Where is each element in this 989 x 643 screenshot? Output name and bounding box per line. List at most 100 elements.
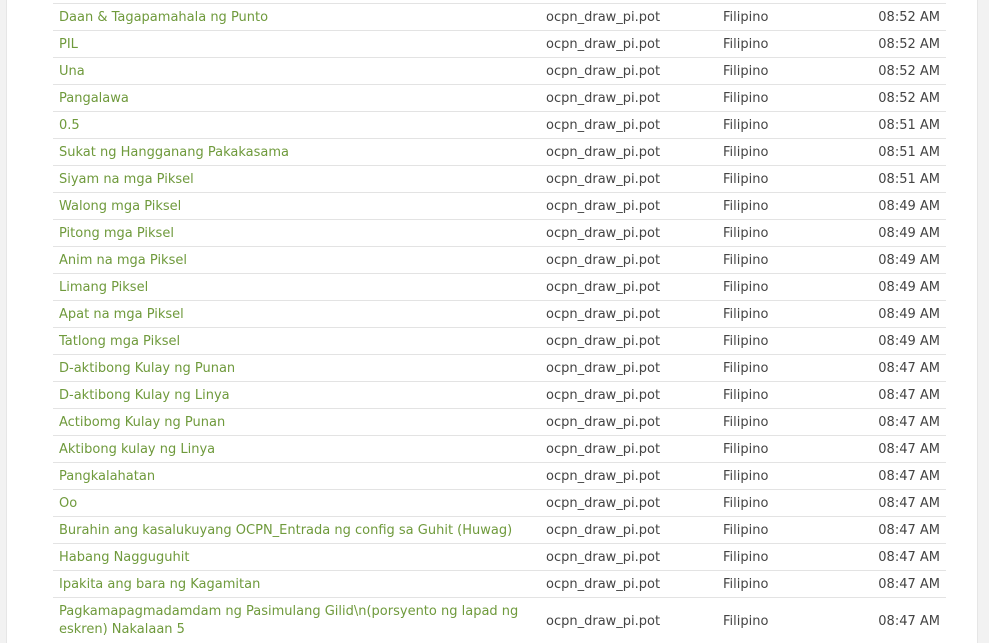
timestamp: 08:51 AM [878,171,940,187]
activity-table-body: Daan & Tagapamahala ng Punto ocpn_draw_pi… [53,3,946,643]
file-name: ocpn_draw_pi.pot [546,252,661,268]
string-link[interactable]: D-aktibong Kulay ng Linya [59,388,230,403]
string-link[interactable]: D-aktibong Kulay ng Punan [59,361,235,376]
string-cell: Walong mga Piksel [53,193,540,220]
language-name: Filipino [723,306,769,322]
table-row: Actibomg Kulay ng Punan ocpn_draw_pi.pot F… [53,408,946,436]
string-cell: Anim na mga Piksel [53,247,540,274]
string-link[interactable]: Oo [59,496,77,511]
string-link[interactable]: Pagkamapagmadamdam ng Pasimulang Gilid\n… [59,604,518,637]
timestamp: 08:49 AM [878,252,940,268]
timestamp: 08:47 AM [878,522,940,538]
file-name: ocpn_draw_pi.pot [546,522,661,538]
string-link[interactable]: Burahin ang kasalukuyang OCPN_Entrada ng… [59,523,512,538]
string-cell: Apat na mga Piksel [53,301,540,328]
file-name: ocpn_draw_pi.pot [546,117,661,133]
timestamp: 08:47 AM [878,441,940,457]
file-name: ocpn_draw_pi.pot [546,549,661,565]
language-name: Filipino [723,9,769,25]
string-link[interactable]: Una [59,64,85,79]
language-name: Filipino [723,495,769,511]
table-row: Una ocpn_draw_pi.pot Filipino 08:52 AM [53,57,946,85]
language-name: Filipino [723,549,769,565]
table-row: Limang Piksel ocpn_draw_pi.pot Filipino 08:… [53,273,946,301]
timestamp: 08:51 AM [878,144,940,160]
string-cell: Una [53,58,540,85]
table-row: Oo ocpn_draw_pi.pot Filipino 08:47 AM [53,489,946,517]
string-link[interactable]: Ipakita ang bara ng Kagamitan [59,577,260,592]
timestamp: 08:51 AM [878,117,940,133]
table-row: Habang Nagguguhit ocpn_draw_pi.pot Filipin… [53,543,946,571]
string-link[interactable]: 0.5 [59,118,80,133]
string-link[interactable]: Pangkalahatan [59,469,155,484]
table-row: D-aktibong Kulay ng Linya ocpn_draw_pi.po… [53,381,946,409]
string-cell: Daan & Tagapamahala ng Punto [53,4,540,31]
language-name: Filipino [723,613,769,629]
table-row: Pitong mga Piksel ocpn_draw_pi.pot Filipin… [53,219,946,247]
timestamp: 08:47 AM [878,468,940,484]
timestamp: 08:47 AM [878,495,940,511]
timestamp: 08:52 AM [878,9,940,25]
string-link[interactable]: Sukat ng Hangganang Pakakasama [59,145,289,160]
timestamp: 08:47 AM [878,387,940,403]
language-name: Filipino [723,36,769,52]
string-cell: Limang Piksel [53,274,540,301]
string-cell: Actibomg Kulay ng Punan [53,409,540,436]
file-name: ocpn_draw_pi.pot [546,225,661,241]
table-row: Apat na mga Piksel ocpn_draw_pi.pot Filipi… [53,300,946,328]
string-link[interactable]: Walong mga Piksel [59,199,181,214]
language-name: Filipino [723,468,769,484]
string-link[interactable]: Actibomg Kulay ng Punan [59,415,225,430]
table-row: Aktibong kulay ng Linya ocpn_draw_pi.pot F… [53,435,946,463]
timestamp: 08:47 AM [878,613,940,629]
string-link[interactable]: Aktibong kulay ng Linya [59,442,215,457]
table-row: Walong mga Piksel ocpn_draw_pi.pot Filipin… [53,192,946,220]
table-row: Pagkamapagmadamdam ng Pasimulang Gilid\n… [53,597,946,643]
string-cell: Burahin ang kasalukuyang OCPN_Entrada ng… [53,517,540,544]
file-name: ocpn_draw_pi.pot [546,387,661,403]
language-name: Filipino [723,117,769,133]
string-link[interactable]: Apat na mga Piksel [59,307,184,322]
string-cell: Siyam na mga Piksel [53,166,540,193]
file-name: ocpn_draw_pi.pot [546,360,661,376]
file-name: ocpn_draw_pi.pot [546,495,661,511]
timestamp: 08:52 AM [878,63,940,79]
string-link[interactable]: Limang Piksel [59,280,148,295]
language-name: Filipino [723,576,769,592]
language-name: Filipino [723,144,769,160]
string-cell: Pangalawa [53,85,540,112]
timestamp: 08:49 AM [878,333,940,349]
string-link[interactable]: Pangalawa [59,91,129,106]
string-link[interactable]: Tatlong mga Piksel [59,334,180,349]
table-row: D-aktibong Kulay ng Punan ocpn_draw_pi.po… [53,354,946,382]
string-cell: PIL [53,31,540,58]
activity-panel: Daan & Tagapamahala ng Punto ocpn_draw_pi… [6,0,978,643]
file-name: ocpn_draw_pi.pot [546,576,661,592]
string-cell: Habang Nagguguhit [53,544,540,571]
string-link[interactable]: Pitong mga Piksel [59,226,174,241]
file-name: ocpn_draw_pi.pot [546,144,661,160]
table-row: Pangkalahatan ocpn_draw_pi.pot Filipino 08:… [53,462,946,490]
string-cell: D-aktibong Kulay ng Punan [53,355,540,382]
language-name: Filipino [723,90,769,106]
string-cell: Ipakita ang bara ng Kagamitan [53,571,540,598]
timestamp: 08:47 AM [878,360,940,376]
file-name: ocpn_draw_pi.pot [546,414,661,430]
table-row: Tatlong mga Piksel ocpn_draw_pi.pot Filipi… [53,327,946,355]
table-row: 0.5 ocpn_draw_pi.pot Filipino 08:51 AM [53,111,946,139]
string-link[interactable]: Anim na mga Piksel [59,253,187,268]
string-link[interactable]: PIL [59,37,78,52]
string-cell: Pangkalahatan [53,463,540,490]
string-link[interactable]: Siyam na mga Piksel [59,172,194,187]
timestamp: 08:49 AM [878,279,940,295]
file-name: ocpn_draw_pi.pot [546,279,661,295]
string-link[interactable]: Daan & Tagapamahala ng Punto [59,10,268,25]
language-name: Filipino [723,252,769,268]
timestamp: 08:49 AM [878,225,940,241]
file-name: ocpn_draw_pi.pot [546,468,661,484]
timestamp: 08:52 AM [878,90,940,106]
language-name: Filipino [723,171,769,187]
string-link[interactable]: Habang Nagguguhit [59,550,189,565]
file-name: ocpn_draw_pi.pot [546,171,661,187]
language-name: Filipino [723,63,769,79]
